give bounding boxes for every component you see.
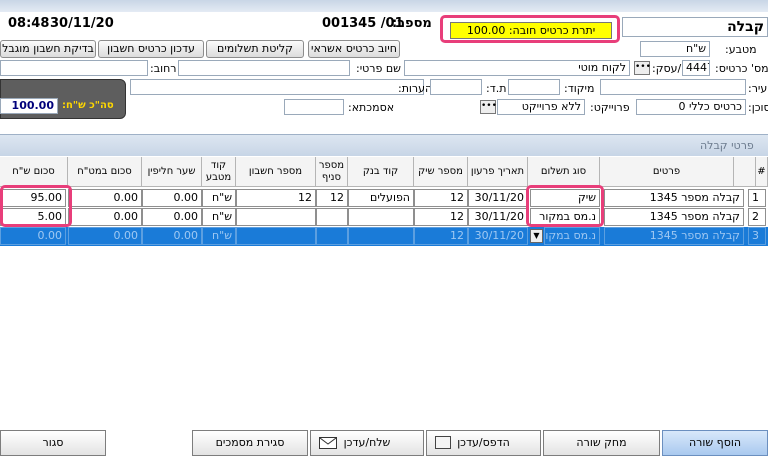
document-type-field[interactable]: קבלה [622, 17, 768, 37]
col-header-bank-code: קוד בנק [348, 157, 414, 187]
project-field[interactable]: ללא פרוייקט [497, 99, 585, 115]
row-due-date[interactable]: 30/11/20 [468, 227, 528, 245]
row-index: 3 [748, 227, 766, 245]
section-title: פרטי קבלה [700, 139, 754, 152]
row-currency-code[interactable]: ש"ח [202, 227, 236, 245]
city-label: עיר: [748, 82, 768, 95]
row-account[interactable] [236, 208, 316, 226]
row-details[interactable]: קבלה מספר 1345 [604, 208, 744, 226]
zip-field[interactable] [508, 79, 560, 95]
col-header-ils-amount: סכום ש"ח [0, 157, 68, 187]
row-index: 2 [748, 208, 766, 226]
add-row-button[interactable]: הוסף שורה [662, 430, 768, 456]
col-header-due-date: תאריך פרעון [468, 157, 528, 187]
row-check-number[interactable]: 12 [414, 189, 468, 207]
row-branch[interactable] [316, 227, 348, 245]
city-field[interactable] [600, 79, 746, 95]
receive-payments-button[interactable]: קליטת תשלומים [206, 40, 304, 58]
row-due-date[interactable]: 30/11/20 [468, 208, 528, 226]
row-foreign-amount[interactable]: 0.00 [68, 189, 142, 207]
row-foreign-amount[interactable]: 0.00 [68, 208, 142, 226]
agent-field[interactable]: כרטיס כללי 0 [636, 99, 746, 115]
row-exchange-rate[interactable]: 0.00 [142, 208, 202, 226]
col-header-payment-type: סוג תשלום [528, 157, 600, 187]
print-update-label: הדפס/עדכן [457, 436, 510, 449]
card-number-field[interactable]: 4447 [682, 60, 710, 76]
row-currency-code[interactable]: ש"ח [202, 189, 236, 207]
project-label: פרוייקט: [590, 101, 630, 114]
update-account-card-button[interactable]: עדכון כרטיס חשבון [98, 40, 204, 58]
payment-type-dropdown-icon[interactable]: ▼ [530, 229, 543, 243]
header-date: 30/11/20 [50, 16, 114, 31]
row-bank-code[interactable]: הפועלים [348, 189, 414, 207]
currency-label: מטבע: [725, 43, 757, 56]
section-bar [0, 134, 768, 156]
row-check-number[interactable]: 12 [414, 227, 468, 245]
send-update-label: שלח/עדכן [343, 436, 391, 449]
row-index: 1 [748, 189, 766, 207]
currency-field[interactable]: ש"ח [640, 41, 710, 57]
row-foreign-amount[interactable]: 0.00 [68, 227, 142, 245]
row-exchange-rate[interactable]: 0.00 [142, 227, 202, 245]
agent-label: סוכן: [748, 101, 768, 114]
street-field[interactable] [0, 60, 148, 76]
pobox-field[interactable] [430, 79, 482, 95]
highlight-balance [440, 15, 620, 43]
row-bank-code[interactable] [348, 227, 414, 245]
row-payment-type[interactable]: נ.מס במקור [544, 227, 600, 245]
highlight-payment-types [526, 185, 604, 227]
row-exchange-rate[interactable]: 0.00 [142, 189, 202, 207]
col-header-index: # [756, 157, 768, 187]
row-bank-code[interactable] [348, 208, 414, 226]
first-name-label: שם פרטי: [356, 62, 401, 75]
print-update-button[interactable]: הדפס/עדכן [426, 430, 541, 456]
row-branch[interactable]: 12 [316, 189, 348, 207]
notes-label: הערות: [398, 82, 433, 95]
row-check-number[interactable]: 12 [414, 208, 468, 226]
printer-icon [435, 436, 451, 449]
total-value: 100.00 [0, 98, 58, 114]
header-time: 08:48 [8, 16, 50, 31]
col-header-exchange-rate: שער חליפין [142, 157, 202, 187]
col-header-spacer [734, 157, 756, 187]
highlight-amounts [0, 185, 72, 227]
col-header-foreign-amount: סכום במט"ח [68, 157, 142, 187]
col-header-account: מספר חשבון [236, 157, 316, 187]
close-button[interactable]: סגור [0, 430, 106, 456]
row-branch[interactable] [316, 208, 348, 226]
check-restricted-account-button[interactable]: בדיקת חשבון מוגבל [0, 40, 96, 58]
row-currency-code[interactable]: ש"ח [202, 208, 236, 226]
card-number-label: מס' כרטיס: [715, 62, 768, 75]
number-label: מספר: [392, 16, 432, 31]
zip-label: מיקוד: [564, 82, 595, 95]
reference-label: אסמכתא: [348, 101, 395, 114]
pobox-label: ת.ד: [486, 82, 507, 95]
title-strip [0, 0, 768, 12]
col-header-check-number: מספר שיק [414, 157, 468, 187]
envelope-icon [319, 437, 337, 449]
close-documents-button[interactable]: סגירת מסמכים [192, 430, 308, 456]
row-due-date[interactable]: 30/11/20 [468, 189, 528, 207]
col-header-branch: מספר סניף [316, 157, 348, 187]
notes-field[interactable] [130, 79, 424, 95]
first-name-field[interactable] [178, 60, 350, 76]
charge-credit-card-button[interactable]: חיוב כרטיס אשראי [308, 40, 400, 58]
street-label: רחוב: [150, 62, 177, 75]
total-label: סה"כ ש"ח: [62, 100, 114, 111]
reference-field[interactable] [284, 99, 344, 115]
row-ils-amount[interactable]: 0.00 [0, 227, 66, 245]
row-details[interactable]: קבלה מספר 1345 [604, 189, 744, 207]
col-header-details: פרטים [600, 157, 734, 187]
row-details[interactable]: קבלה מספר 1345 [604, 227, 744, 245]
project-lookup-button[interactable]: ••• [480, 100, 497, 114]
send-update-button[interactable]: שלח/עדכן [310, 430, 424, 456]
delete-row-button[interactable]: מחק שורה [543, 430, 660, 456]
row-account[interactable]: 12 [236, 189, 316, 207]
client-name-field[interactable]: לקוח מוטי [404, 60, 630, 76]
client-lookup-button[interactable]: ••• [634, 61, 651, 75]
col-header-currency-code: קוד מטבע [202, 157, 236, 187]
row-account[interactable] [236, 227, 316, 245]
